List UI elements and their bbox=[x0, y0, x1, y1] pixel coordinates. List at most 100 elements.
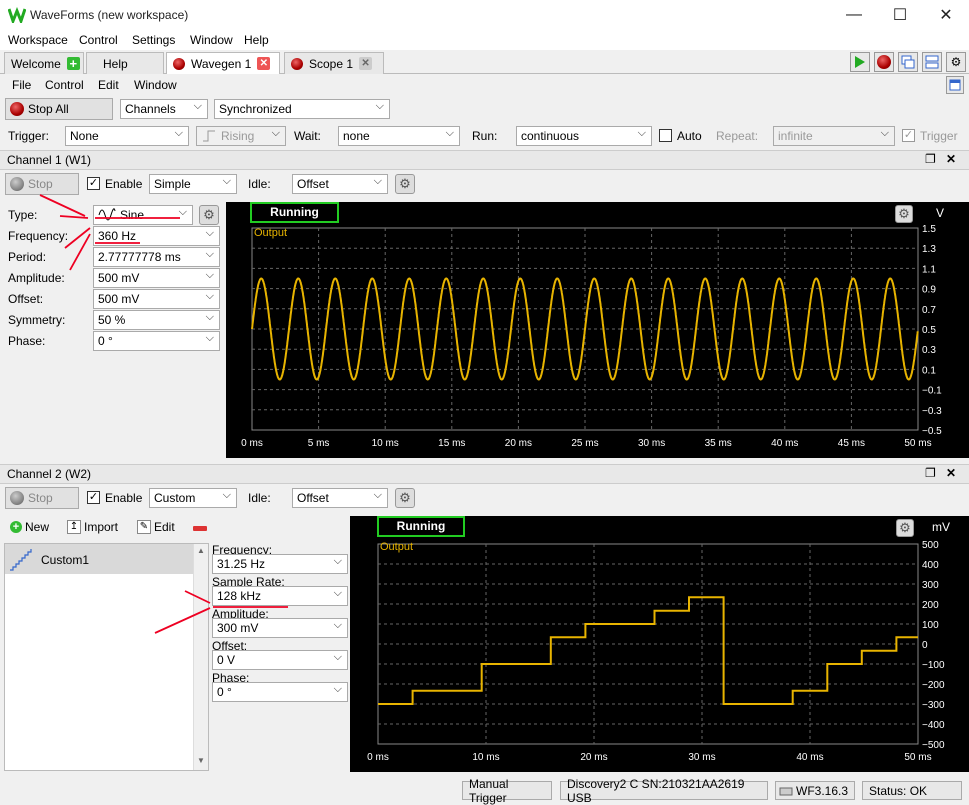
menu-workspace[interactable]: Workspace bbox=[8, 33, 68, 47]
tab-scope-label: Scope 1 bbox=[309, 56, 354, 71]
tab-help-label: Help bbox=[103, 56, 128, 71]
stop-record-icon[interactable] bbox=[874, 52, 894, 72]
channel-1-header: Channel 1 (W1) ❐ ✕ bbox=[0, 150, 969, 170]
y-tick-label: −0.3 bbox=[922, 406, 942, 417]
x-tick-label: 0 ms bbox=[367, 752, 389, 763]
version-label: WF3.16.3 bbox=[796, 783, 849, 798]
ch1-plot-gear-icon[interactable]: ⚙ bbox=[895, 205, 913, 223]
restore-panel-icon[interactable]: ❐ bbox=[925, 152, 936, 166]
tab-scope[interactable]: Scope 1 ✕ bbox=[284, 52, 384, 74]
cascade-windows-icon[interactable] bbox=[898, 52, 918, 72]
x-tick-label: 50 ms bbox=[904, 438, 931, 449]
y-tick-label: −500 bbox=[922, 740, 945, 751]
y-tick-label: −0.1 bbox=[922, 386, 942, 397]
x-tick-label: 20 ms bbox=[580, 752, 607, 763]
wavegen-menu-bar: File Control Edit Window bbox=[0, 74, 969, 96]
x-tick-label: 15 ms bbox=[438, 438, 465, 449]
output-trace bbox=[378, 596, 918, 705]
close-window-button[interactable]: ✕ bbox=[923, 0, 969, 30]
dock-window-icon[interactable] bbox=[946, 76, 964, 94]
menu-settings[interactable]: Settings bbox=[132, 33, 175, 47]
stop-icon bbox=[10, 177, 24, 191]
y-tick-label: 500 bbox=[922, 540, 939, 551]
menu-control-2[interactable]: Control bbox=[45, 78, 84, 92]
auto-checkbox[interactable] bbox=[659, 129, 672, 142]
tile-windows-icon[interactable] bbox=[922, 52, 942, 72]
device-status[interactable]: Discovery2 C SN:210321AA2619 USB bbox=[560, 777, 768, 805]
menu-help[interactable]: Help bbox=[244, 33, 269, 47]
close-panel-icon[interactable]: ✕ bbox=[946, 152, 956, 166]
restore-panel-icon[interactable]: ❐ bbox=[925, 466, 936, 480]
y-tick-label: −400 bbox=[922, 720, 945, 731]
annotation-overlay bbox=[39, 194, 288, 634]
device-icon bbox=[779, 787, 793, 796]
close-panel-icon[interactable]: ✕ bbox=[946, 466, 956, 480]
ch1-idle-label: Idle: bbox=[248, 177, 271, 191]
y-tick-label: −200 bbox=[922, 680, 945, 691]
maximize-button[interactable]: ☐ bbox=[877, 0, 923, 30]
ch2-plot-svg: 500 400 300 200 100 0 −100 −200 −300 −400 −500 0 ms… bbox=[367, 540, 945, 763]
ch2-plot-gear-icon[interactable]: ⚙ bbox=[896, 519, 914, 537]
trigger-source-dropdown[interactable]: None bbox=[65, 126, 189, 146]
tab-welcome[interactable]: Welcome + bbox=[4, 52, 84, 74]
tab-welcome-label: Welcome bbox=[11, 56, 61, 71]
x-tick-label: 40 ms bbox=[771, 438, 798, 449]
ch1-options-gear-icon[interactable]: ⚙ bbox=[395, 174, 415, 194]
ch1-enable-checkbox[interactable]: ✓ bbox=[87, 177, 100, 190]
y-tick-label: −300 bbox=[922, 700, 945, 711]
menu-window[interactable]: Window bbox=[190, 33, 233, 47]
y-tick-label: 0.3 bbox=[922, 345, 936, 356]
y-tick-label: 100 bbox=[922, 620, 939, 631]
ch2-options-gear-icon[interactable]: ⚙ bbox=[395, 488, 415, 508]
x-tick-label: 45 ms bbox=[838, 438, 865, 449]
wait-label: Wait: bbox=[294, 129, 321, 143]
ch1-unit-label: V bbox=[936, 206, 945, 220]
stop-all-label: Stop All bbox=[28, 102, 69, 116]
trigger-label: Trigger: bbox=[8, 129, 49, 143]
close-tab-icon[interactable]: ✕ bbox=[359, 57, 373, 70]
y-tick-label: 0 bbox=[922, 640, 928, 651]
title-bar: WaveForms (new workspace) — ☐ ✕ bbox=[0, 0, 969, 30]
manual-trigger-button[interactable]: Manual Trigger bbox=[462, 777, 552, 805]
trigger-checkbox[interactable]: ✓ bbox=[902, 129, 915, 142]
repeat-dropdown[interactable]: infinite bbox=[773, 126, 895, 146]
run-icon[interactable] bbox=[850, 52, 870, 72]
ch2-param-value[interactable]: 0 ° bbox=[212, 682, 348, 702]
tab-wavegen[interactable]: Wavegen 1 ✕ bbox=[166, 52, 280, 74]
x-tick-label: 30 ms bbox=[638, 438, 665, 449]
close-tab-icon[interactable]: ✕ bbox=[257, 57, 271, 70]
y-tick-label: 0.1 bbox=[922, 365, 936, 376]
y-tick-label: 400 bbox=[922, 560, 939, 571]
y-tick-label: −100 bbox=[922, 660, 945, 671]
sync-mode-dropdown[interactable]: Synchronized bbox=[214, 99, 390, 119]
ch2-param-value[interactable]: 0 V bbox=[212, 650, 348, 670]
tab-wavegen-label: Wavegen 1 bbox=[191, 56, 252, 71]
menu-control[interactable]: Control bbox=[79, 33, 118, 47]
ch2-plot-area: 500 400 300 200 100 0 −100 −200 −300 −400 −500 0 ms… bbox=[350, 516, 969, 772]
wait-dropdown[interactable]: none bbox=[338, 126, 460, 146]
y-tick-label: 0.5 bbox=[922, 325, 936, 336]
status-ok[interactable]: Status: OK bbox=[862, 781, 962, 800]
x-tick-label: 50 ms bbox=[904, 752, 931, 763]
repeat-label: Repeat: bbox=[716, 129, 759, 143]
stop-all-button[interactable]: Stop All bbox=[5, 98, 113, 120]
run-mode-dropdown[interactable]: continuous bbox=[516, 126, 652, 146]
waveforms-logo-icon bbox=[8, 7, 26, 23]
ch2-running-indicator: Running bbox=[377, 516, 465, 537]
y-tick-label: 0.7 bbox=[922, 305, 936, 316]
menu-file[interactable]: File bbox=[12, 78, 31, 92]
ch2-unit-label: mV bbox=[932, 520, 950, 534]
y-tick-label: 300 bbox=[922, 580, 939, 591]
settings-gear-icon[interactable]: ⚙ bbox=[946, 52, 966, 72]
menu-edit[interactable]: Edit bbox=[98, 78, 119, 92]
tab-help[interactable]: Help bbox=[86, 52, 164, 74]
x-tick-label: 10 ms bbox=[472, 752, 499, 763]
add-icon[interactable]: + bbox=[66, 56, 80, 71]
stop-icon bbox=[10, 102, 24, 116]
trigger-checkbox-label: Trigger bbox=[920, 129, 958, 143]
menu-window-2[interactable]: Window bbox=[134, 78, 177, 92]
x-tick-label: 10 ms bbox=[372, 438, 399, 449]
minimize-button[interactable]: — bbox=[831, 0, 877, 30]
channels-dropdown[interactable]: Channels bbox=[120, 99, 208, 119]
ch2-trace-label: Output bbox=[380, 541, 414, 553]
